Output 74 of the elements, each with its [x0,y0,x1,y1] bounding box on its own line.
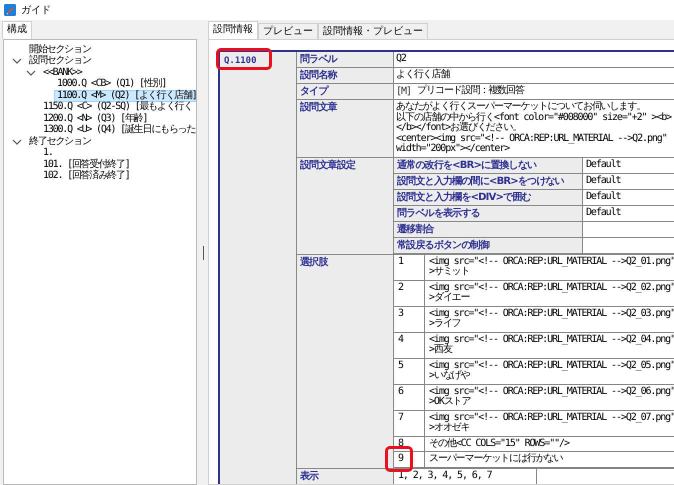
field-label: 設問名称 [300,70,337,81]
field-value: よく行く店舗 [396,70,451,80]
tree-item[interactable]: 1200.Q <N> (Q3) [年齢] [40,112,150,125]
field-value: あなたがよく行くスーパーマーケットについてお伺いします。 [396,102,646,112]
chevron-down-icon[interactable] [12,57,22,66]
tree-item[interactable]: 1300.Q <U> (Q4) [誕生日にもらった [40,124,196,136]
choice-number: 3 [398,308,404,319]
choice-text: スーパーマーケットには行かない [429,454,564,464]
setting-label: 遷移割合 [397,224,434,234]
field-value: 以下の店舗の中から行く<font color="#008000" size="+2" ><b> [396,112,673,122]
choice-text: >いなげや [429,371,471,382]
window-title: ガイド [21,4,51,17]
question-id: Q.1100 [224,56,257,67]
choice-text: >OKストア [429,397,472,408]
field-label: 問ラベル [300,54,337,65]
choice-text: <img src="<!-- ORCA:REP:URL_MATERIAL -->Q2_03.png" [429,308,674,318]
choice-text: >ライフ [429,319,462,330]
choice-number: 9 [398,454,404,464]
choice-text: >サミット [429,267,471,278]
setting-label: 設問文と入力欄の間に<BR>をつけない [397,176,564,186]
tab[interactable]: 設問情報・プレビュー [318,23,428,39]
tree-item[interactable]: 101. [回答受付終了] [40,158,133,171]
choice-text: <img src="<!-- ORCA:REP:URL_MATERIAL -->Q2_02.png" [429,282,674,292]
field-label: タイプ [300,86,328,97]
choice-number: 4 [398,334,404,345]
setting-label: 通常の改行を<BR>に置換しない [397,160,536,170]
chevron-down-icon[interactable] [26,68,36,77]
setting-value: Default [586,176,622,186]
field-value: Q2 [396,54,407,64]
setting-value: Default [586,160,622,170]
choice-number: 6 [398,386,404,397]
choice-number: 5 [398,360,404,371]
field-value: </b></font>お選びください。 [396,123,522,133]
setting-label: 常設戻るボタンの制御 [397,240,490,250]
splitter-handle[interactable] [202,246,206,260]
choice-number: 2 [398,282,404,293]
tree-item[interactable]: 1150.Q <C> (Q2-SQ) [最もよく行く [40,101,196,114]
choice-text: >西友 [429,345,454,356]
tree-item[interactable]: 終了セクション [26,136,94,148]
choice-text: <img src="<!-- ORCA:REP:URL_MATERIAL -->Q2_06.png" [429,386,674,396]
field-label: 設問文章 [300,102,337,113]
choice-number: 7 [398,412,404,423]
tree-item[interactable]: 1. [40,147,56,160]
tree-item[interactable]: 1000.Q <CB> (Q1) [性別] [54,78,170,90]
choice-text: <img src="<!-- ORCA:REP:URL_MATERIAL -->Q2_01.png" [429,256,674,266]
field-label: 表示 [300,470,318,482]
tree-item[interactable]: 102. [回答済み終了] [40,170,133,182]
choice-text: その他<CC COLS="15" ROWS=""/> [429,438,570,449]
tree-item[interactable]: 開始セクション [26,44,94,56]
field-label: 設問文章設定 [300,160,356,170]
choice-number: 8 [398,438,404,449]
tab[interactable]: 設問情報 [208,21,258,39]
tree-item[interactable]: 設問セクション [26,55,94,68]
choice-text: >ダイエー [429,293,471,304]
tab[interactable]: 構成 [2,21,32,39]
tree-item[interactable]: <<BANK>> [40,66,85,79]
tab[interactable]: プレビュー [258,23,318,39]
choice-text: <img src="<!-- ORCA:REP:URL_MATERIAL -->Q2_05.png" [429,360,674,370]
setting-label: 設問文と入力欄を<DIV>で囲む [397,192,531,202]
tree-item[interactable]: 1100.Q <M> (Q2) [よく行く店舗] [54,90,196,102]
field-value: <center><img src="<!-- ORCA:REP:URL_MATERIAL -->Q2.png" [396,134,668,144]
choice-text: >オオゼキ [429,423,471,434]
field-value: width="200px"></center> [396,144,510,154]
chevron-down-icon[interactable] [12,138,22,146]
setting-label: 問ラベルを表示する [397,208,480,218]
pencil-icon [4,4,16,16]
type-code: [M] [396,86,412,97]
setting-value: Default [586,208,622,218]
setting-value: Default [586,192,622,202]
field-value: プリコード設問：複数回答 [417,86,524,97]
choice-number: 1 [398,256,404,267]
choice-text: <img src="<!-- ORCA:REP:URL_MATERIAL -->Q2_07.png" [429,412,674,422]
choice-text: <img src="<!-- ORCA:REP:URL_MATERIAL -->Q2_04.png" [429,334,674,344]
field-label: 選択肢 [300,256,328,268]
